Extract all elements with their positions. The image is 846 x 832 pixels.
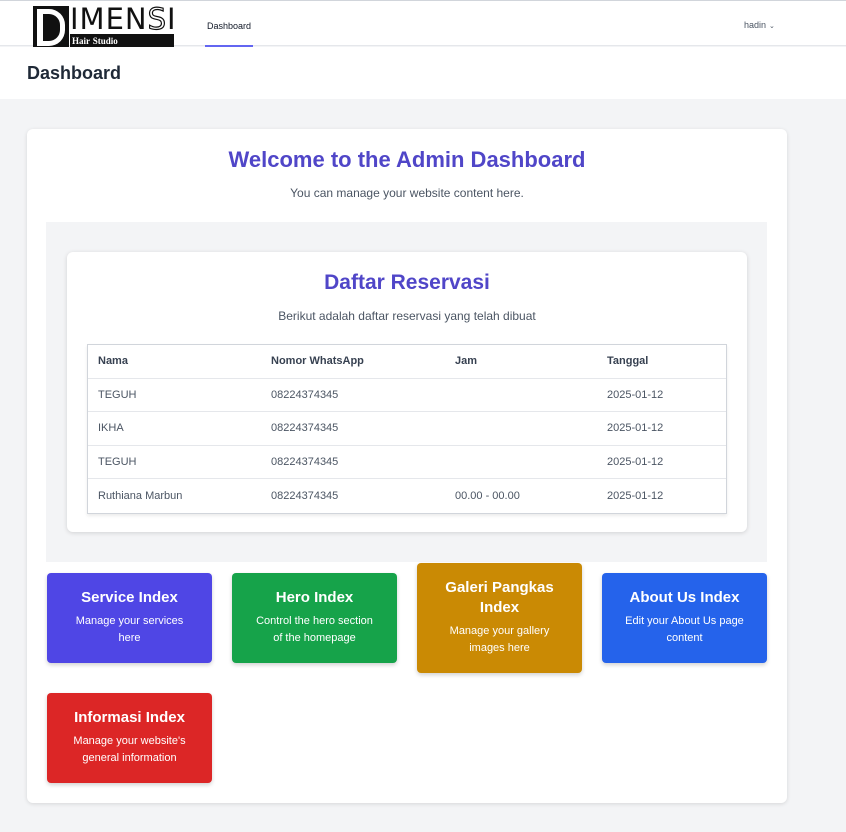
table-row: TEGUH 08224374345 2025-01-12 xyxy=(88,379,726,412)
cell-nama: TEGUH xyxy=(98,455,137,468)
page-header: Dashboard xyxy=(0,47,846,99)
column-header-tanggal: Tanggal xyxy=(607,355,649,368)
dimensi-logo[interactable]: IMENSI Hair Studio xyxy=(33,2,177,49)
reservasi-title: Daftar Reservasi xyxy=(324,271,490,294)
cell-nama: TEGUH xyxy=(98,388,137,401)
welcome-subtitle: You can manage your website content here… xyxy=(290,186,524,200)
logo-subtitle: Hair Studio xyxy=(70,34,174,48)
welcome-title: Welcome to the Admin Dashboard xyxy=(228,147,586,172)
reservasi-card: Daftar Reservasi Berikut adalah daftar r… xyxy=(67,252,747,532)
service-index-tile[interactable]: Service Index Manage your services here xyxy=(47,573,212,663)
tile-description: Manage your services here xyxy=(75,615,184,644)
cell-whatsapp: 08224374345 xyxy=(271,388,339,401)
cell-tanggal: 2025-01-12 xyxy=(607,422,664,435)
tile-title: Galeri Pangkas Index xyxy=(445,579,554,616)
tile-description: Edit your About Us page content xyxy=(625,615,744,644)
top-navigation: IMENSI Hair Studio Dashboard hadin ⌄ xyxy=(0,0,846,49)
cell-tanggal: 2025-01-12 xyxy=(607,455,664,468)
reservasi-section: Daftar Reservasi Berikut adalah daftar r… xyxy=(46,222,767,562)
cell-nama: IKHA xyxy=(98,422,124,435)
cell-whatsapp: 08224374345 xyxy=(271,489,339,502)
column-header-whatsapp: Nomor WhatsApp xyxy=(271,355,364,368)
logo-word: IMENSI xyxy=(70,2,177,36)
chevron-down-icon: ⌄ xyxy=(769,23,775,30)
tile-title: Hero Index xyxy=(275,589,354,606)
tile-title: About Us Index xyxy=(629,589,740,606)
tile-title: Service Index xyxy=(81,589,178,606)
page-title: Dashboard xyxy=(27,63,122,83)
tile-description: Manage your website's general informatio… xyxy=(73,735,186,764)
reservasi-subtitle: Berikut adalah daftar reservasi yang tel… xyxy=(278,309,536,323)
about-us-index-tile[interactable]: About Us Index Edit your About Us page c… xyxy=(602,573,767,663)
tile-title: Informasi Index xyxy=(74,709,185,726)
table-row: TEGUH 08224374345 2025-01-12 xyxy=(88,446,726,479)
cell-whatsapp: 08224374345 xyxy=(271,455,339,468)
logo-d-mark xyxy=(33,6,69,49)
cell-jam: 00.00 - 00.00 xyxy=(455,489,520,502)
table-row: Ruthiana Marbun 08224374345 00.00 - 00.0… xyxy=(88,479,726,513)
column-header-jam: Jam xyxy=(455,355,478,368)
table-header-row: Nama Nomor WhatsApp Jam Tanggal xyxy=(88,345,726,379)
cell-tanggal: 2025-01-12 xyxy=(607,489,664,502)
user-name: hadin xyxy=(744,20,767,30)
cell-nama: Ruthiana Marbun xyxy=(98,489,183,502)
reservasi-table: Nama Nomor WhatsApp Jam Tanggal TEGUH 08… xyxy=(87,344,727,514)
informasi-index-tile[interactable]: Informasi Index Manage your website's ge… xyxy=(47,693,212,783)
galeri-pangkas-index-tile[interactable]: Galeri Pangkas Index Manage your gallery… xyxy=(417,563,582,673)
tile-description: Control the hero section of the homepage xyxy=(256,615,373,644)
nav-dashboard-link[interactable]: Dashboard xyxy=(205,1,253,47)
cell-tanggal: 2025-01-12 xyxy=(607,388,664,401)
hero-index-tile[interactable]: Hero Index Control the hero section of t… xyxy=(232,573,397,663)
dashboard-card: Welcome to the Admin Dashboard You can m… xyxy=(27,129,787,803)
column-header-nama: Nama xyxy=(98,355,128,368)
user-menu[interactable]: hadin ⌄ xyxy=(744,20,775,30)
table-row: IKHA 08224374345 2025-01-12 xyxy=(88,412,726,446)
tile-description: Manage your gallery images here xyxy=(449,625,550,654)
cell-whatsapp: 08224374345 xyxy=(271,422,339,435)
